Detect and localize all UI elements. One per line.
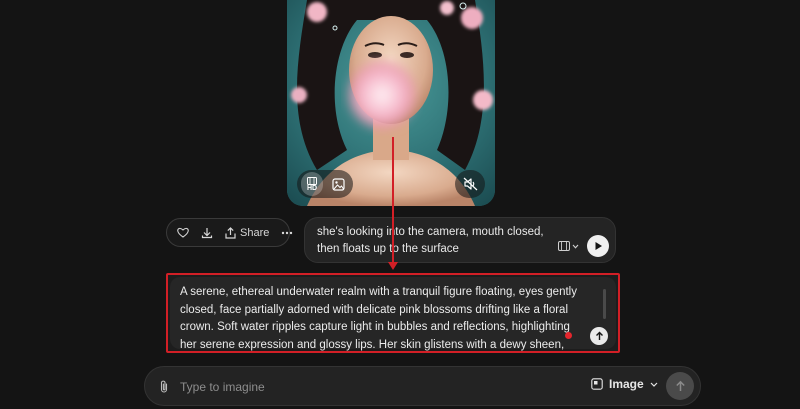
description-scrollbar[interactable] xyxy=(603,289,606,319)
share-button[interactable]: Share xyxy=(225,227,269,239)
paperclip-icon xyxy=(160,380,168,393)
description-line: closed, face partially adorned with deli… xyxy=(180,303,569,316)
video-hd-button[interactable]: HD xyxy=(301,172,323,196)
hd-label: HD xyxy=(306,184,318,192)
prompt-tools xyxy=(558,235,609,257)
annotation-arrow-line xyxy=(392,137,394,265)
like-button[interactable] xyxy=(177,227,189,238)
heart-icon xyxy=(177,227,189,238)
generated-description[interactable]: A serene, ethereal underwater realm with… xyxy=(170,277,616,351)
film-hd-icon: HD xyxy=(306,176,318,192)
mute-icon xyxy=(463,177,477,191)
annotation-highlight-box: A serene, ethereal underwater realm with… xyxy=(166,273,620,353)
mute-button[interactable] xyxy=(455,170,485,198)
result-actions: Share xyxy=(166,218,293,247)
more-icon xyxy=(282,231,293,234)
description-line: A serene, ethereal underwater realm with… xyxy=(180,286,577,298)
submit-description-button[interactable] xyxy=(590,327,608,345)
arrow-up-icon xyxy=(595,331,603,340)
film-icon xyxy=(558,241,570,251)
video-preview[interactable]: HD xyxy=(287,0,495,206)
composer: Image xyxy=(144,366,701,406)
more-button[interactable] xyxy=(281,231,293,235)
arrow-up-icon xyxy=(675,380,685,391)
chevron-down-icon xyxy=(650,382,658,387)
image-button[interactable] xyxy=(327,172,349,196)
play-icon xyxy=(595,242,602,250)
image-icon xyxy=(331,177,345,191)
mode-label: Image xyxy=(609,377,644,391)
cursor-marker xyxy=(565,332,572,339)
media-type-toggle: HD xyxy=(297,170,353,198)
chevron-down-icon xyxy=(572,244,579,249)
attach-button[interactable] xyxy=(159,379,169,399)
prompt-input[interactable] xyxy=(180,375,560,399)
prompt-bubble: she's looking into the camera, mouth clo… xyxy=(304,217,616,263)
mode-select[interactable]: Image xyxy=(591,377,658,391)
share-label: Share xyxy=(240,226,270,239)
description-line: her serene expression and glossy lips. H… xyxy=(180,338,565,351)
share-icon xyxy=(225,226,236,239)
submit-button[interactable] xyxy=(666,372,694,400)
annotation-arrow-head xyxy=(388,262,398,270)
description-line: crown. Soft water ripples capture light … xyxy=(180,321,570,333)
download-icon xyxy=(201,227,213,238)
video-mode-select[interactable] xyxy=(558,241,579,251)
image-mode-icon xyxy=(591,378,603,390)
play-button[interactable] xyxy=(587,235,609,257)
download-button[interactable] xyxy=(201,227,213,239)
